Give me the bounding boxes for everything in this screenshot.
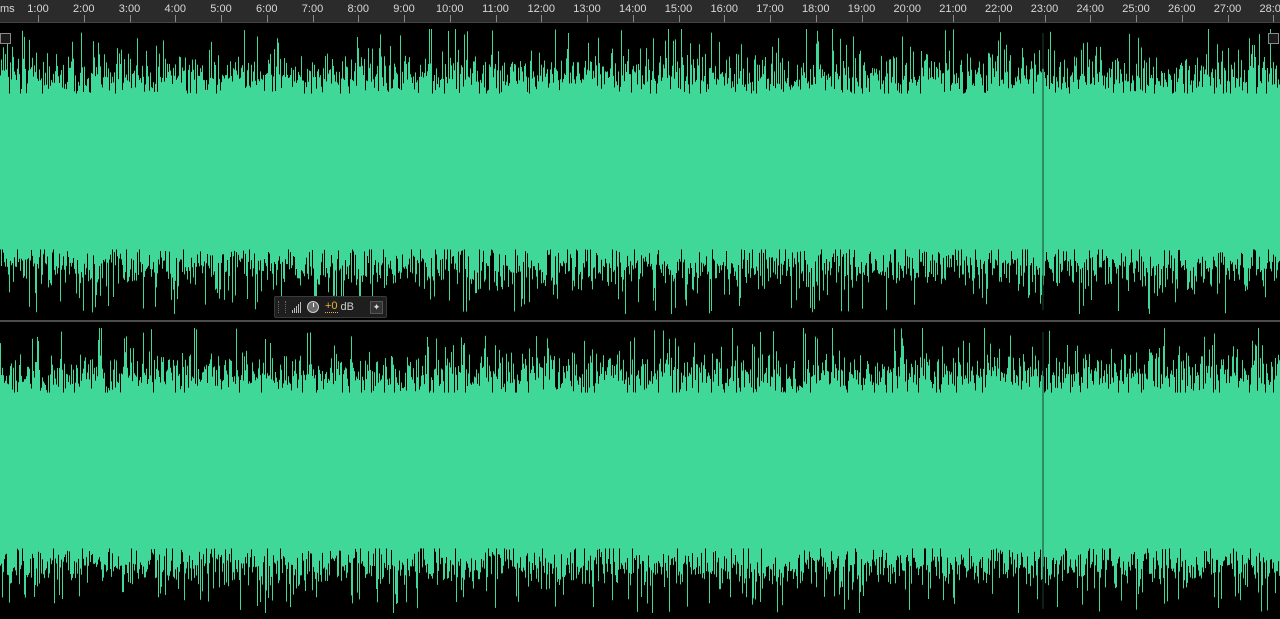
ruler-label: 9:00: [393, 3, 415, 15]
ruler-tick: [449, 15, 451, 22]
ruler-tick: [770, 15, 771, 22]
ruler-tick: [129, 15, 131, 22]
volume-hud[interactable]: +0 dB ✦: [274, 296, 387, 318]
ruler-tick: [632, 15, 634, 22]
ruler-label: 3:00: [118, 3, 141, 15]
ruler-label: 4:00: [164, 3, 186, 15]
ruler-tick: [1227, 15, 1229, 22]
ruler-label: 25:00: [1122, 3, 1150, 15]
channel-right-corner-handle[interactable]: [1268, 33, 1279, 44]
ruler-label: 7:00: [301, 3, 324, 15]
ruler-label: 15:00: [664, 3, 693, 15]
ruler-label: 24:00: [1076, 3, 1105, 15]
ruler-tick: [861, 15, 863, 22]
time-unit-label: ms: [0, 3, 15, 15]
ruler-tick: [587, 15, 588, 22]
ruler-label: 11:00: [482, 3, 509, 15]
waveform-samples: [0, 328, 1280, 613]
ruler-tick: [266, 15, 268, 22]
ruler-label: 27:00: [1213, 3, 1242, 15]
ruler-label: 5:00: [210, 3, 232, 15]
ruler-label: 17:00: [756, 3, 784, 15]
ruler-tick: [724, 15, 726, 22]
ruler-tick: [312, 15, 314, 22]
ruler-tick: [83, 15, 85, 22]
waveform-channel-right[interactable]: [0, 322, 1280, 619]
ruler-label: 13:00: [573, 3, 601, 15]
ruler-tick: [541, 15, 543, 22]
ruler-tick: [1273, 15, 1275, 22]
ruler-tick: [1181, 15, 1183, 22]
ruler-label: 22:00: [984, 3, 1013, 15]
ruler-label: 8:00: [347, 3, 369, 15]
ruler-tick: [1044, 15, 1046, 22]
ruler-label: 1:00: [27, 3, 49, 15]
ruler-label: 21:00: [939, 3, 967, 15]
ruler-label: 12:00: [527, 3, 556, 15]
ruler-label: 20:00: [893, 3, 922, 15]
ruler-label: 16:00: [710, 3, 739, 15]
ruler-tick: [38, 15, 39, 22]
ruler-tick: [953, 15, 954, 22]
ruler-tick: [1090, 15, 1092, 22]
ruler-tick: [1136, 15, 1137, 22]
ruler-label: 23:00: [1030, 3, 1059, 15]
ruler-tick: [404, 15, 405, 22]
ruler-label: 18:00: [801, 3, 830, 15]
ruler-tick: [907, 15, 909, 22]
pin-icon[interactable]: ✦: [370, 300, 383, 314]
ruler-tick: [815, 15, 817, 22]
waveform-right[interactable]: [0, 322, 1280, 619]
ruler-label: 26:00: [1167, 3, 1196, 15]
ruler-tick: [998, 15, 1000, 22]
volume-knob-icon[interactable]: [307, 301, 319, 313]
signal-bars-icon: [292, 301, 301, 313]
time-ruler[interactable]: ms 1:00 2:00 3:00 4:00 5:00 6:00 7:00 8:00 9:00 1…: [0, 0, 1280, 23]
volume-value[interactable]: +0: [325, 301, 338, 313]
hud-drag-grip[interactable]: [278, 301, 286, 313]
volume-unit: dB: [340, 301, 355, 313]
ruler-tick: [678, 15, 680, 22]
channel-left-corner-handle[interactable]: [0, 33, 11, 44]
ruler-tick: [175, 15, 177, 22]
ruler-tick: [495, 15, 497, 22]
ruler-label: 2:00: [73, 3, 95, 15]
ruler-label: 10:00: [435, 3, 464, 15]
ruler-tick: [358, 15, 360, 22]
ruler-label: 19:00: [847, 3, 876, 15]
waveform-left[interactable]: [0, 23, 1280, 320]
waveform-channel-left[interactable]: [0, 23, 1280, 320]
ruler-label: 28:00: [1259, 3, 1280, 15]
ruler-label: 14:00: [618, 3, 647, 15]
waveform-samples: [0, 29, 1280, 314]
ruler-label: 6:00: [256, 3, 278, 15]
ruler-tick: [221, 15, 222, 22]
